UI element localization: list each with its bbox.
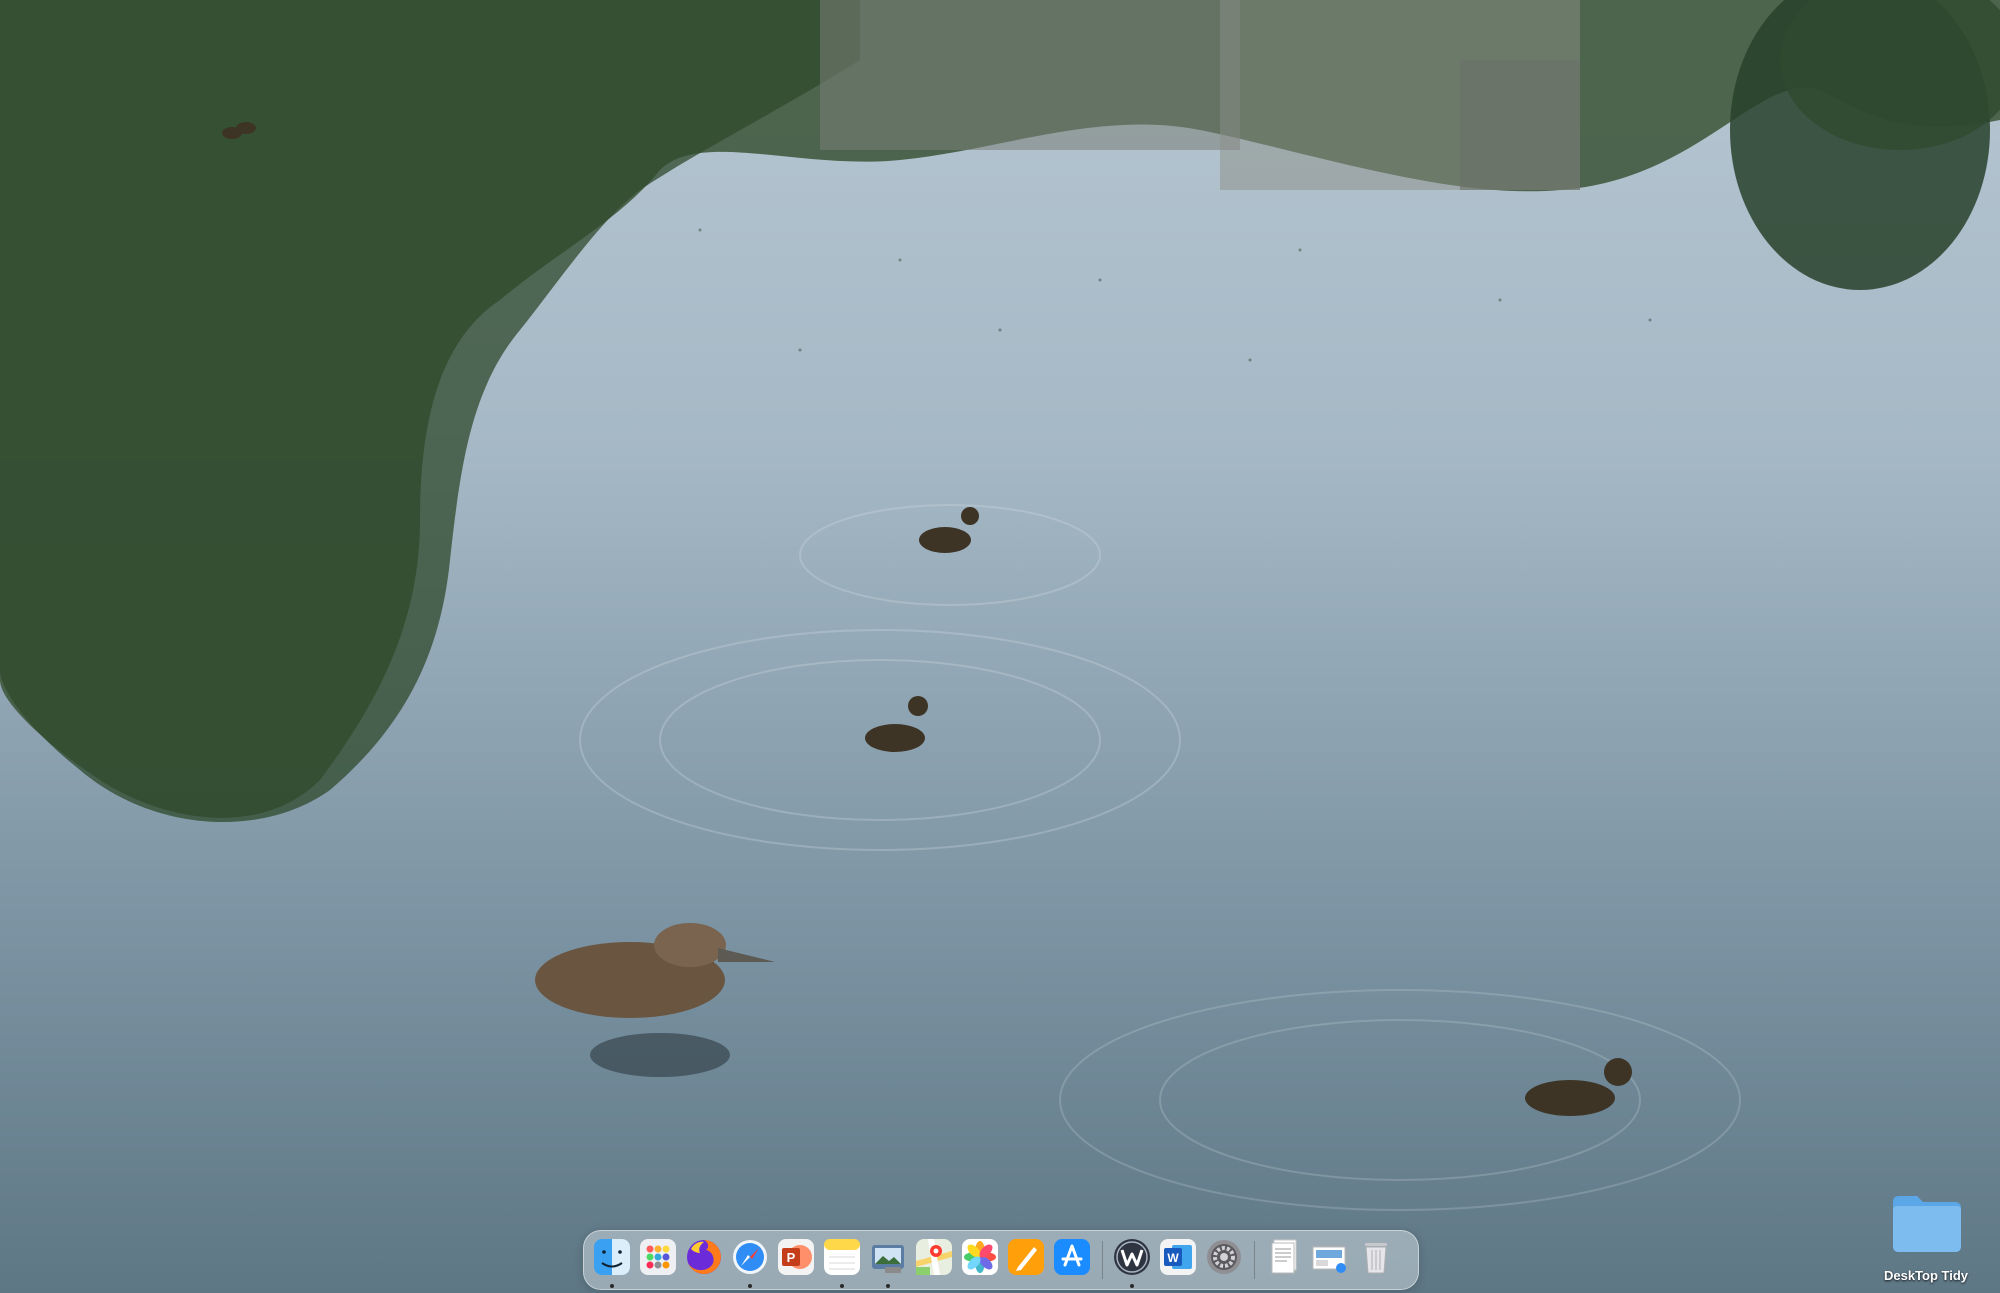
documents-stack-icon <box>1271 1239 1297 1274</box>
preview-icon <box>872 1245 904 1273</box>
w-app-icon <box>1114 1239 1150 1275</box>
notes-icon <box>824 1239 860 1275</box>
dock-system-settings[interactable] <box>1204 1237 1244 1277</box>
folder-icon <box>1893 1196 1961 1252</box>
running-indicator <box>840 1284 844 1288</box>
dock-app-store[interactable] <box>1052 1237 1092 1277</box>
dock: P W <box>583 1230 1419 1290</box>
dock-w-app[interactable] <box>1112 1237 1152 1288</box>
dock-word[interactable]: W <box>1158 1237 1198 1277</box>
dock-documents-stack[interactable] <box>1264 1237 1304 1277</box>
running-indicator <box>748 1284 752 1288</box>
word-icon: W <box>1160 1239 1196 1275</box>
running-indicator <box>610 1284 614 1288</box>
pages-icon <box>1008 1239 1044 1275</box>
svg-text:W: W <box>1167 1251 1179 1265</box>
dock-trash[interactable] <box>1356 1237 1396 1277</box>
dock-screenshots-stack[interactable] <box>1310 1237 1350 1277</box>
desktop-folder[interactable]: DeskTop Tidy <box>1866 1192 1986 1288</box>
firefox-icon <box>687 1240 721 1274</box>
running-indicator <box>1130 1284 1134 1288</box>
dock-powerpoint[interactable]: P <box>776 1237 816 1277</box>
system-settings-icon <box>1207 1240 1241 1274</box>
svg-text:P: P <box>787 1250 796 1265</box>
dock-separator <box>1254 1241 1255 1279</box>
dock-safari[interactable] <box>730 1237 770 1288</box>
finder-icon <box>594 1239 630 1275</box>
dock-launchpad[interactable] <box>638 1237 678 1277</box>
photos-icon <box>962 1239 998 1275</box>
desktop-wallpaper <box>0 0 2000 1293</box>
trash-icon <box>1365 1243 1387 1274</box>
app-store-icon <box>1054 1239 1090 1275</box>
dock-preview[interactable] <box>868 1237 908 1288</box>
dock-finder[interactable] <box>592 1237 632 1288</box>
dock-maps[interactable] <box>914 1237 954 1277</box>
maps-icon <box>916 1239 952 1275</box>
dock-firefox[interactable] <box>684 1237 724 1277</box>
dock-photos[interactable] <box>960 1237 1000 1277</box>
powerpoint-icon: P <box>778 1239 814 1275</box>
safari-icon <box>733 1240 767 1274</box>
running-indicator <box>886 1284 890 1288</box>
dock-notes[interactable] <box>822 1237 862 1288</box>
dock-pages[interactable] <box>1006 1237 1046 1277</box>
screenshots-stack-icon <box>1312 1246 1346 1273</box>
desktop-folder-label: DeskTop Tidy <box>1883 1268 1969 1283</box>
dock-separator <box>1102 1241 1103 1279</box>
launchpad-icon <box>640 1239 676 1275</box>
